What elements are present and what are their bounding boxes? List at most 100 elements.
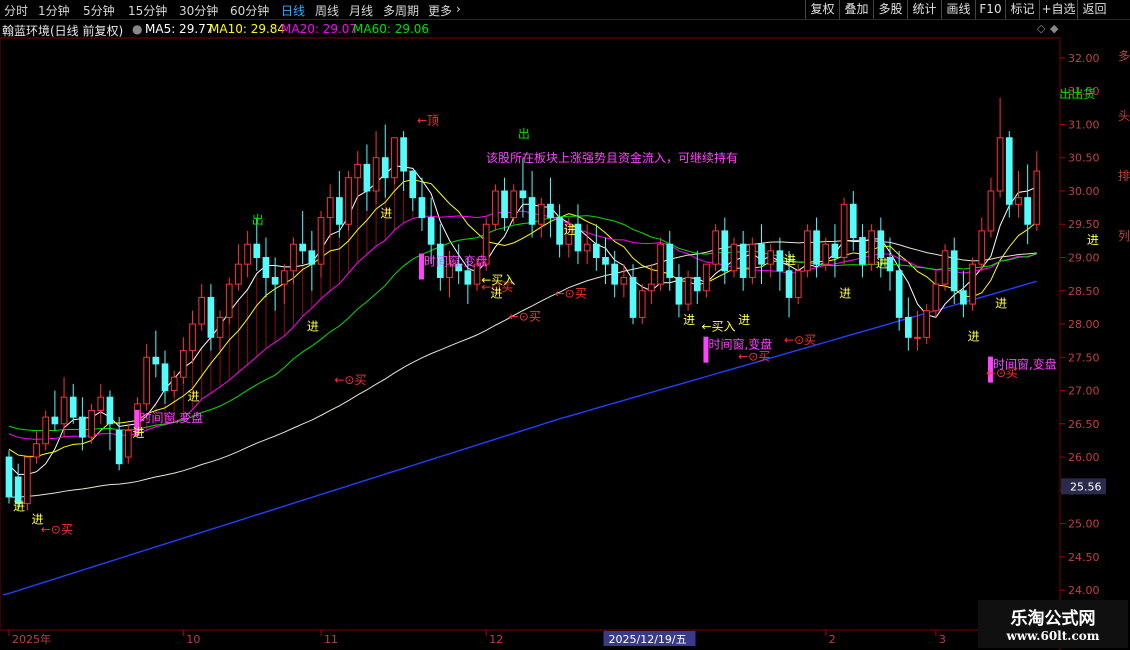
candle-body (418, 197, 426, 219)
candle-body (501, 190, 508, 219)
candle-body (317, 217, 325, 265)
annotation-label: 出 (252, 213, 264, 227)
candle-body (400, 137, 407, 172)
candle-body (464, 270, 472, 285)
annotation-label: ←⊙买 (509, 310, 541, 324)
candle-body (978, 230, 986, 265)
candle-body (161, 363, 169, 392)
candle-body (124, 429, 132, 458)
candle-body (574, 223, 582, 252)
annotation-label: ←⊙买 (555, 286, 587, 300)
candle-body (620, 276, 628, 285)
current-price-label: 25.56 (1070, 480, 1102, 493)
annotation-label: 进 (188, 390, 200, 404)
candle-body (611, 263, 619, 285)
annotation-label: 进 (307, 320, 319, 334)
candle-body (730, 243, 738, 272)
candle-body (1005, 137, 1013, 205)
candle-body (381, 157, 389, 179)
side-text-char: 排 (1118, 169, 1130, 183)
x-tick-label: 10 (186, 633, 200, 646)
annotation-label: ←⊙买 (334, 373, 366, 387)
candle-body (776, 250, 784, 272)
candle-body (693, 276, 701, 292)
candle-body (905, 316, 912, 338)
candle-body (51, 416, 59, 425)
candle-body (235, 263, 242, 285)
candle-body (69, 396, 77, 418)
candle-body (684, 276, 692, 305)
annotation-label: 进 (132, 426, 144, 440)
candle-body (849, 203, 857, 239)
candle-body (216, 316, 224, 338)
candle-body (813, 230, 820, 265)
overlay-advice-text: 该股所在板块上涨强势且资金流入，可继续持有 (486, 150, 738, 165)
candle-body (859, 237, 866, 265)
candle-body (941, 250, 949, 285)
candle-body (79, 416, 86, 438)
candle-body (886, 257, 894, 272)
annotation-label: 进 (1087, 233, 1099, 247)
candle-body (666, 243, 674, 278)
watermark: 乐淘公式网 www.60lt.com (978, 600, 1128, 648)
candle-body (583, 243, 591, 252)
y-tick-label: 27.50 (1068, 351, 1100, 364)
candle-body (831, 243, 839, 259)
candle-body (767, 250, 775, 265)
candle-body (88, 409, 95, 438)
candle-body (785, 270, 793, 298)
y-tick-label: 27.00 (1068, 385, 1100, 398)
candle-body (822, 243, 830, 265)
candle-body (345, 177, 352, 225)
candle-body (638, 290, 646, 318)
candle-body (537, 203, 545, 225)
candle-body (326, 197, 334, 219)
y-tick-label: 24.50 (1068, 551, 1100, 564)
candle-body (409, 170, 417, 199)
long-ma-line (2, 280, 1038, 596)
candle-body (33, 443, 40, 458)
candle-body (1015, 197, 1022, 205)
annotation-label: 进 (784, 253, 796, 267)
signal-label: 时间窗,变盘 (424, 254, 488, 269)
candle-body (189, 323, 196, 352)
annotation-label: 进 (490, 286, 502, 300)
annotation-label: ←⊙买 (784, 333, 816, 347)
x-tick-label: 2 (829, 633, 836, 646)
candle-body (143, 356, 150, 405)
candle-body (271, 276, 279, 285)
candle-body (960, 290, 967, 305)
candle-body (895, 270, 903, 318)
candle-body (152, 356, 160, 365)
annotation-label: ←⊙买 (738, 350, 770, 364)
candle-body (602, 257, 609, 265)
annotation-label: ←顶 (417, 113, 439, 127)
candle-body (932, 283, 940, 312)
candle-body (758, 243, 765, 265)
candle-body (115, 429, 123, 465)
candle-body (1024, 197, 1031, 225)
candle-body (336, 197, 343, 225)
candle-body (969, 263, 976, 305)
annotation-label: 出出货 (1059, 86, 1095, 101)
candle-body (923, 310, 931, 338)
candle-body (354, 163, 362, 179)
y-tick-label: 29.50 (1068, 218, 1100, 231)
signal-label: 时间窗,变盘 (139, 410, 203, 425)
x-tick-label: 11 (324, 633, 338, 646)
candle-body (24, 456, 31, 505)
candle-body (987, 190, 995, 232)
x-tick-label: 3 (939, 633, 946, 646)
candle-body (528, 197, 536, 225)
candle-body (721, 230, 729, 272)
y-tick-label: 30.50 (1068, 152, 1100, 165)
candle-body (391, 137, 398, 179)
y-tick-label: 26.00 (1068, 451, 1100, 464)
candle-body (712, 230, 719, 265)
candle-body (106, 396, 114, 425)
candle-body (648, 283, 655, 292)
candle-body (840, 203, 848, 259)
candle-body (180, 350, 187, 378)
candle-body (519, 190, 527, 199)
candle-body (1033, 170, 1041, 225)
